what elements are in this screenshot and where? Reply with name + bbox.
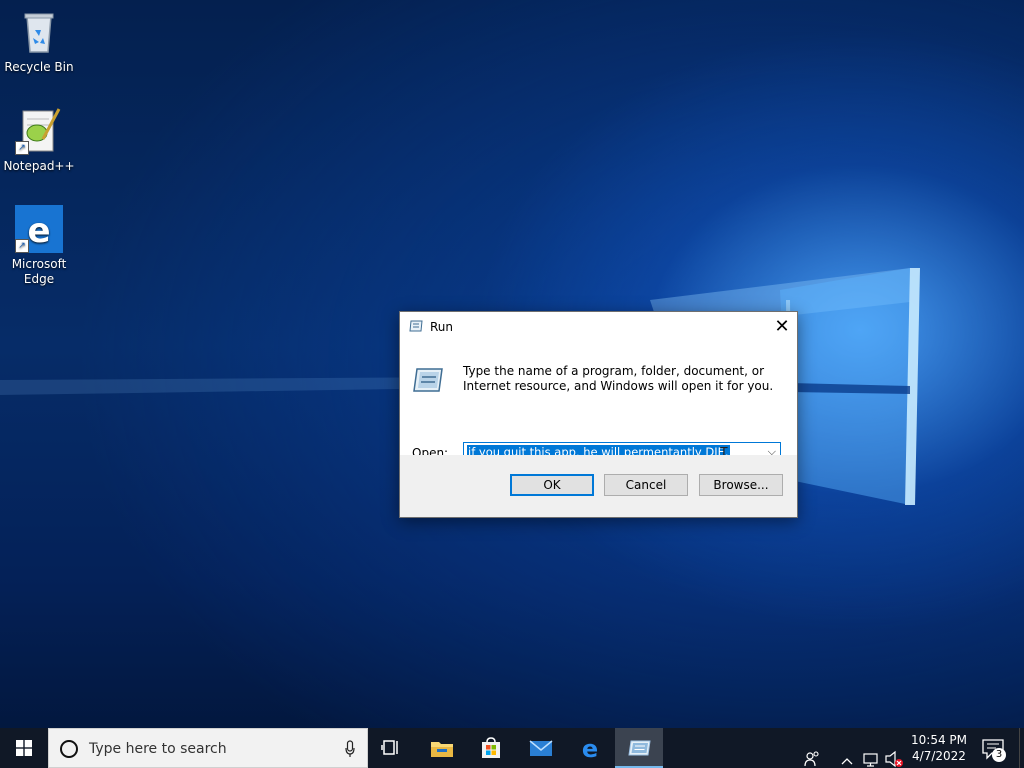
desktop-icon-label: Notepad++ bbox=[3, 159, 75, 173]
run-title: Run bbox=[430, 320, 454, 334]
edge-button[interactable]: e bbox=[566, 728, 614, 768]
file-explorer-icon bbox=[431, 742, 453, 757]
task-view-icon bbox=[381, 740, 398, 755]
taskbar: Type here to search e 10:54 PM 4/7/2022 … bbox=[0, 728, 1024, 768]
mail-button[interactable] bbox=[517, 728, 565, 768]
recycle-bin-icon bbox=[15, 8, 63, 56]
desktop-icon-label: Recycle Bin bbox=[4, 60, 74, 74]
run-icon bbox=[409, 320, 423, 332]
clock-time: 10:54 PM bbox=[911, 733, 967, 747]
notepad-plus-plus-icon: ↗ bbox=[15, 107, 63, 155]
run-description: Type the name of a program, folder, docu… bbox=[463, 364, 774, 393]
desktop-icon-microsoft-edge[interactable]: e ↗ Microsoft Edge bbox=[1, 205, 77, 287]
store-icon bbox=[482, 737, 500, 758]
store-button[interactable] bbox=[467, 728, 515, 768]
run-body: Type the name of a program, folder, docu… bbox=[400, 342, 797, 463]
microphone-icon[interactable] bbox=[345, 740, 355, 758]
chevron-up-icon[interactable] bbox=[840, 741, 854, 768]
run-icon bbox=[628, 740, 651, 756]
shortcut-arrow-icon: ↗ bbox=[15, 239, 29, 253]
clock[interactable]: 10:54 PM 4/7/2022 bbox=[900, 732, 978, 764]
run-footer: OK Cancel Browse... bbox=[400, 455, 797, 517]
windows-logo-icon bbox=[16, 740, 32, 756]
mail-icon bbox=[529, 740, 553, 756]
notification-count-badge: 3 bbox=[992, 748, 1006, 762]
desktop-icon-notepad-plus-plus[interactable]: ↗ Notepad++ bbox=[1, 107, 77, 174]
close-icon[interactable]: ✕ bbox=[767, 312, 797, 342]
svg-text:e: e bbox=[27, 211, 50, 251]
clock-date: 4/7/2022 bbox=[912, 749, 966, 763]
cancel-button[interactable]: Cancel bbox=[604, 474, 688, 496]
run-icon bbox=[413, 368, 443, 392]
task-view-button[interactable] bbox=[368, 728, 416, 768]
shortcut-arrow-icon: ↗ bbox=[15, 141, 29, 155]
file-explorer-button[interactable] bbox=[418, 728, 466, 768]
cortana-icon bbox=[60, 740, 78, 758]
show-desktop-button[interactable] bbox=[1019, 728, 1024, 768]
network-icon[interactable] bbox=[862, 740, 880, 768]
run-dialog: Run ✕ Type the name of a program, folder… bbox=[399, 311, 798, 518]
svg-text:e: e bbox=[582, 736, 598, 760]
run-title-bar[interactable]: Run ✕ bbox=[400, 312, 797, 342]
run-taskbar-button[interactable] bbox=[615, 728, 663, 768]
ok-button[interactable]: OK bbox=[510, 474, 594, 496]
start-button[interactable] bbox=[0, 728, 48, 768]
browse-button[interactable]: Browse... bbox=[699, 474, 783, 496]
edge-icon: e ↗ bbox=[15, 205, 63, 253]
search-placeholder: Type here to search bbox=[89, 741, 227, 757]
desktop-icon-recycle-bin[interactable]: Recycle Bin bbox=[1, 8, 77, 75]
search-box[interactable]: Type here to search bbox=[48, 728, 368, 768]
people-icon[interactable] bbox=[803, 739, 821, 768]
desktop-icon-label: Microsoft Edge bbox=[11, 257, 67, 286]
edge-icon: e bbox=[582, 736, 598, 760]
